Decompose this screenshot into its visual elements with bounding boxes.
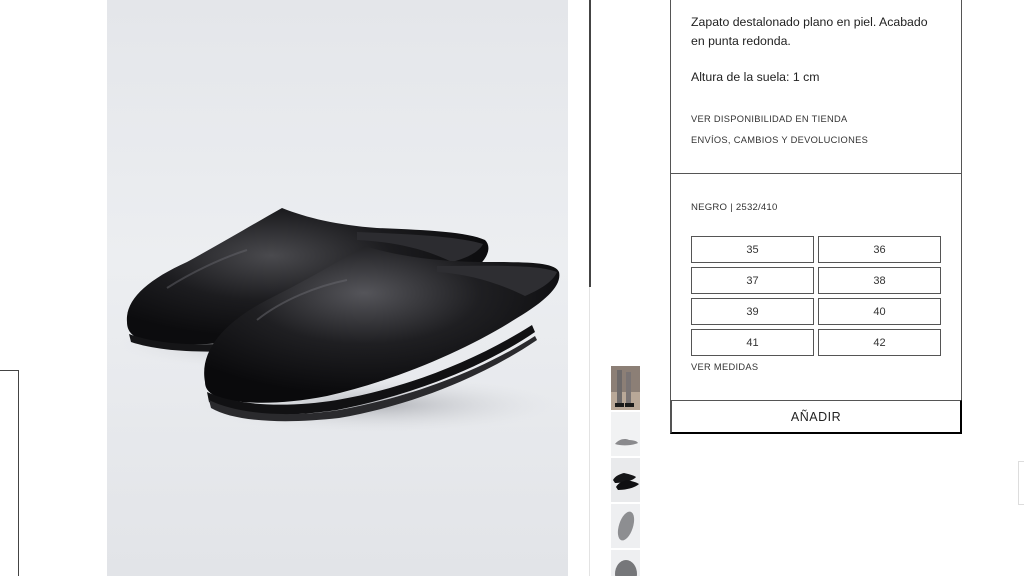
- size-guide-link[interactable]: VER MEDIDAS: [691, 362, 758, 372]
- side-panel-edge: [1018, 461, 1024, 505]
- size-button-38[interactable]: 38: [818, 267, 941, 294]
- black-mule-shoes-image: [117, 208, 560, 433]
- product-info-panel: Zapato destalonado plano en piel. Acabad…: [670, 0, 962, 174]
- thumbnail-shoe-side[interactable]: [611, 412, 640, 456]
- sole-height: Altura de la suela: 1 cm: [691, 70, 820, 84]
- sole-thumbnail-icon: [611, 504, 640, 548]
- store-availability-link[interactable]: VER DISPONIBILIDAD EN TIENDA: [691, 114, 848, 124]
- product-description: Zapato destalonado plano en piel. Acabad…: [691, 15, 928, 48]
- model-legs-thumbnail-icon: [611, 366, 640, 410]
- shipping-returns-link[interactable]: ENVÍOS, CAMBIOS Y DEVOLUCIONES: [691, 135, 868, 145]
- shoe-side-thumbnail-icon: [611, 412, 640, 456]
- color-reference: NEGRO | 2532/410: [691, 202, 778, 213]
- scrollbar-thumb[interactable]: [589, 0, 591, 287]
- add-to-cart-button[interactable]: AÑADIR: [670, 400, 962, 434]
- thumbnail-strip: [611, 366, 640, 576]
- sole-detail-thumbnail-icon: [611, 550, 640, 576]
- scrollbar-track: [589, 287, 590, 576]
- size-button-41[interactable]: 41: [691, 329, 814, 356]
- size-button-37[interactable]: 37: [691, 267, 814, 294]
- product-reference: 2532/410: [735, 202, 778, 213]
- thumbnail-model-legs[interactable]: [611, 366, 640, 410]
- size-grid: 35 36 37 38 39 40 41 42: [691, 236, 941, 356]
- thumbnail-sole[interactable]: [611, 504, 640, 548]
- adjacent-panel-edge: [0, 370, 19, 576]
- size-button-42[interactable]: 42: [818, 329, 941, 356]
- size-button-40[interactable]: 40: [818, 298, 941, 325]
- shoe-pair-thumbnail-icon: [611, 458, 640, 502]
- thumbnail-sole-detail[interactable]: [611, 550, 640, 576]
- size-button-35[interactable]: 35: [691, 236, 814, 263]
- size-button-39[interactable]: 39: [691, 298, 814, 325]
- separator: |: [730, 202, 733, 213]
- product-main-image[interactable]: [107, 0, 568, 576]
- color-name: NEGRO: [691, 202, 728, 213]
- size-button-36[interactable]: 36: [818, 236, 941, 263]
- size-selection-panel: NEGRO | 2532/410 35 36 37 38 39 40 41 42 V…: [670, 173, 962, 434]
- thumbnail-shoe-pair[interactable]: [611, 458, 640, 502]
